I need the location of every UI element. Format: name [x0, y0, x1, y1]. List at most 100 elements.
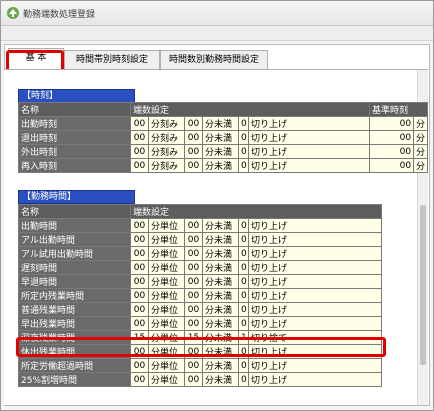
app-logo-icon: [7, 7, 19, 19]
interval-value-field[interactable]: 00: [130, 158, 149, 173]
table-row: 所定労働超過時間 00 分単位 00 分未満 0 切り上げ: [18, 358, 383, 373]
interval-value-field[interactable]: 15: [130, 330, 149, 345]
standard-time-field[interactable]: 00: [369, 158, 415, 173]
row-name: 普通残業時間: [18, 302, 131, 317]
scrollbar-thumb[interactable]: [420, 205, 426, 365]
rounding-code-field[interactable]: 0: [238, 358, 249, 373]
threshold-value-field[interactable]: 00: [184, 116, 203, 131]
rounding-code-field[interactable]: 0: [238, 372, 249, 387]
interval-value-field[interactable]: 00: [130, 302, 149, 317]
threshold-value-field[interactable]: 00: [184, 372, 203, 387]
threshold-value-field[interactable]: 00: [184, 144, 203, 159]
interval-value-field[interactable]: 00: [130, 288, 149, 303]
rounding-mode-label: 切り上げ: [247, 316, 383, 331]
threshold-value-field[interactable]: 00: [184, 288, 203, 303]
interval-value-field[interactable]: 00: [130, 260, 149, 275]
interval-value-field[interactable]: 00: [130, 358, 149, 373]
row-name: 深夜残業時間: [18, 330, 131, 345]
rounding-code-field[interactable]: 0: [238, 260, 249, 275]
interval-value-field[interactable]: 00: [130, 344, 149, 359]
interval-unit-label: 分単位: [148, 302, 185, 317]
standard-time-field[interactable]: 00: [369, 116, 415, 131]
table-row: 普通残業時間 00 分単位 00 分未満 0 切り上げ: [18, 302, 383, 317]
threshold-value-field[interactable]: 00: [184, 302, 203, 317]
interval-value-field[interactable]: 00: [130, 144, 149, 159]
interval-value-field[interactable]: 00: [130, 130, 149, 145]
window-title: 勤務端数処理登録: [23, 10, 96, 20]
rounding-mode-label: 切り捨て: [247, 330, 383, 345]
column-header-setting: 端数設定: [129, 102, 371, 117]
threshold-value-field[interactable]: 00: [184, 158, 203, 173]
rounding-code-field[interactable]: 0: [238, 130, 249, 145]
rounding-code-field[interactable]: 0: [238, 316, 249, 331]
table-row: 遅刻時間 00 分単位 00 分未満 0 切り上げ: [18, 260, 383, 275]
tab-timeband-settings[interactable]: 時間帯別時刻設定: [64, 50, 160, 69]
tab-hours-settings[interactable]: 時間数別勤務時間設定: [160, 50, 268, 69]
interval-value-field[interactable]: 00: [130, 372, 149, 387]
rounding-code-field[interactable]: 0: [238, 144, 249, 159]
rounding-code-field[interactable]: 0: [238, 246, 249, 261]
table-row: 所定内残業時間 00 分単位 00 分未満 0 切り上げ: [18, 288, 383, 303]
table-row: 深夜残業時間 15 分単位 15 分未満 1 切り捨て: [18, 330, 383, 345]
interval-value-field[interactable]: 00: [130, 116, 149, 131]
row-name: 所定労働超過時間: [18, 358, 131, 373]
rounding-mode-label: 切り上げ: [247, 116, 371, 131]
section-title-time: 【時刻】: [18, 89, 135, 103]
column-header-standard-time: 基準時刻: [369, 102, 429, 117]
column-header-name: 名称: [18, 102, 131, 117]
table-row: 退出時刻 00 分刻み 00 分未満 0 切り上げ 00 分: [18, 130, 429, 145]
interval-value-field[interactable]: 00: [130, 232, 149, 247]
threshold-unit-label: 分未満: [202, 316, 239, 331]
threshold-value-field[interactable]: 15: [184, 330, 203, 345]
row-name: 早出残業時間: [18, 316, 131, 331]
interval-unit-label: 分単位: [148, 288, 185, 303]
threshold-value-field[interactable]: 00: [184, 218, 203, 233]
interval-unit-label: 分単位: [148, 232, 185, 247]
rounding-code-field[interactable]: 0: [238, 288, 249, 303]
rounding-code-field[interactable]: 1: [238, 330, 249, 345]
interval-unit-label: 分単位: [148, 260, 185, 275]
rounding-mode-label: 切り上げ: [247, 144, 371, 159]
interval-value-field[interactable]: 00: [130, 218, 149, 233]
table-row: 外出時刻 00 分刻み 00 分未満 0 切り上げ 00 分: [18, 144, 429, 159]
threshold-unit-label: 分未満: [202, 372, 239, 387]
rounding-code-field[interactable]: 0: [238, 116, 249, 131]
row-name: 退出時刻: [18, 130, 131, 145]
threshold-unit-label: 分未満: [202, 232, 239, 247]
rounding-mode-label: 切り上げ: [247, 302, 383, 317]
interval-unit-label: 分刻み: [148, 130, 185, 145]
standard-time-unit-label: 分: [413, 116, 429, 131]
threshold-unit-label: 分未満: [202, 246, 239, 261]
rounding-code-field[interactable]: 0: [238, 232, 249, 247]
threshold-unit-label: 分未満: [202, 344, 239, 359]
rounding-code-field[interactable]: 0: [238, 274, 249, 289]
threshold-value-field[interactable]: 00: [184, 246, 203, 261]
interval-unit-label: 分単位: [148, 344, 185, 359]
row-name: 再入時刻: [18, 158, 131, 173]
rounding-code-field[interactable]: 0: [238, 158, 249, 173]
tab-basic[interactable]: 基 本: [8, 48, 64, 69]
row-name: 所定内残業時間: [18, 288, 131, 303]
standard-time-field[interactable]: 00: [369, 130, 415, 145]
threshold-value-field[interactable]: 00: [184, 274, 203, 289]
interval-value-field[interactable]: 00: [130, 246, 149, 261]
tab-label: 基 本: [25, 53, 47, 63]
threshold-value-field[interactable]: 00: [184, 344, 203, 359]
rounding-code-field[interactable]: 0: [238, 302, 249, 317]
rounding-mode-label: 切り上げ: [247, 358, 383, 373]
rounding-mode-label: 切り上げ: [247, 288, 383, 303]
interval-value-field[interactable]: 00: [130, 316, 149, 331]
toolbar: [1, 26, 433, 41]
threshold-value-field[interactable]: 00: [184, 232, 203, 247]
threshold-value-field[interactable]: 00: [184, 358, 203, 373]
standard-time-field[interactable]: 00: [369, 144, 415, 159]
threshold-value-field[interactable]: 00: [184, 260, 203, 275]
threshold-value-field[interactable]: 00: [184, 316, 203, 331]
rounding-code-field[interactable]: 0: [238, 344, 249, 359]
standard-time-unit-label: 分: [413, 130, 429, 145]
interval-value-field[interactable]: 00: [130, 274, 149, 289]
rounding-mode-label: 切り上げ: [247, 246, 383, 261]
threshold-value-field[interactable]: 00: [184, 130, 203, 145]
interval-unit-label: 分単位: [148, 372, 185, 387]
rounding-code-field[interactable]: 0: [238, 218, 249, 233]
